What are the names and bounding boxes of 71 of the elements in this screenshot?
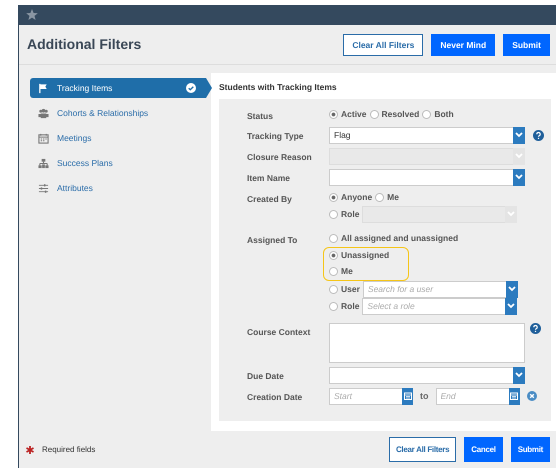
- radio-button[interactable]: [329, 251, 338, 260]
- radio-button[interactable]: [329, 234, 338, 244]
- field-label: Closure Reason: [247, 150, 313, 164]
- sidebar-item[interactable]: Success Plans: [30, 153, 212, 173]
- field-label: Item Name: [247, 172, 291, 185]
- date-field[interactable]: Start: [329, 388, 402, 405]
- flag-icon: [38, 82, 49, 94]
- dropdown-field[interactable]: Flag: [329, 126, 513, 144]
- radio-button[interactable]: [329, 267, 338, 276]
- radio-label[interactable]: User: [341, 282, 360, 296]
- radio-label[interactable]: Unassigned: [341, 249, 390, 262]
- dropdown-field[interactable]: Select a role: [362, 298, 506, 315]
- clear-icon[interactable]: [526, 391, 536, 402]
- sidebar-item[interactable]: Attributes: [30, 178, 212, 198]
- field-label: Tracking Type: [247, 130, 305, 143]
- star-logo-icon: [25, 8, 39, 22]
- radio-button[interactable]: [329, 193, 338, 202]
- radio-label[interactable]: Active: [341, 108, 367, 122]
- button[interactable]: Clear All Filters: [343, 34, 424, 56]
- radio-label[interactable]: Role: [341, 300, 360, 313]
- dropdown-caret-icon[interactable]: [506, 280, 518, 298]
- radio-label[interactable]: Role: [341, 208, 360, 221]
- radio-button[interactable]: [422, 110, 432, 120]
- calendar-icon: [38, 132, 49, 144]
- radio-button[interactable]: [329, 284, 338, 294]
- hierarchy-icon: [38, 158, 49, 168]
- radio-button[interactable]: [329, 110, 338, 120]
- required-fields-note: Required fields: [42, 444, 96, 456]
- dropdown-caret-icon[interactable]: [513, 126, 525, 144]
- dropdown-field[interactable]: Search for a user: [362, 280, 506, 298]
- dropdown-field[interactable]: [329, 168, 513, 186]
- help-icon[interactable]: [533, 130, 544, 141]
- button[interactable]: Cancel: [464, 437, 503, 462]
- text-area-field[interactable]: [329, 322, 525, 363]
- radio-button[interactable]: [370, 110, 379, 120]
- people-icon: [38, 108, 49, 118]
- radio-label[interactable]: Me: [387, 191, 399, 204]
- sidebar-item[interactable]: Tracking Items: [30, 78, 212, 98]
- required-asterisk-icon: [26, 446, 34, 454]
- field-label: Course Context: [247, 326, 312, 339]
- radio-label[interactable]: Resolved: [382, 108, 420, 122]
- radio-label[interactable]: Both: [434, 108, 454, 122]
- radio-label[interactable]: All assigned and unassigned: [341, 232, 458, 246]
- dropdown-field[interactable]: [329, 366, 513, 384]
- dialog-title: Additional Filters: [27, 35, 142, 54]
- field-label: Due Date: [247, 370, 285, 383]
- sidebar-item[interactable]: Meetings: [30, 128, 212, 148]
- field-label: Created By: [247, 192, 293, 206]
- dropdown-caret-icon[interactable]: [513, 366, 525, 384]
- to-label: to: [420, 390, 428, 402]
- button[interactable]: Clear All Filters: [388, 437, 456, 462]
- field-label: Creation Date: [247, 390, 304, 404]
- radio-button[interactable]: [375, 193, 384, 202]
- sliders-icon: [38, 182, 49, 194]
- button[interactable]: Submit: [503, 34, 550, 56]
- section-title: Students with Tracking Items: [219, 81, 338, 94]
- dropdown-caret-icon[interactable]: [513, 168, 525, 186]
- radio-button[interactable]: [329, 210, 338, 219]
- radio-label[interactable]: Me: [341, 265, 353, 278]
- field-label: Status: [247, 110, 274, 123]
- date-field[interactable]: End: [436, 388, 508, 405]
- calendar-icon[interactable]: [402, 388, 413, 405]
- button[interactable]: Submit: [510, 437, 550, 462]
- calendar-icon[interactable]: [508, 388, 520, 405]
- radio-label[interactable]: Anyone: [341, 191, 372, 204]
- help-icon[interactable]: [530, 322, 541, 334]
- radio-button[interactable]: [329, 302, 338, 311]
- dropdown-caret-icon[interactable]: [505, 298, 518, 315]
- field-label: Assigned To: [247, 234, 298, 247]
- sidebar-item[interactable]: Cohorts & Relationships: [30, 103, 212, 123]
- button[interactable]: Never Mind: [431, 34, 496, 56]
